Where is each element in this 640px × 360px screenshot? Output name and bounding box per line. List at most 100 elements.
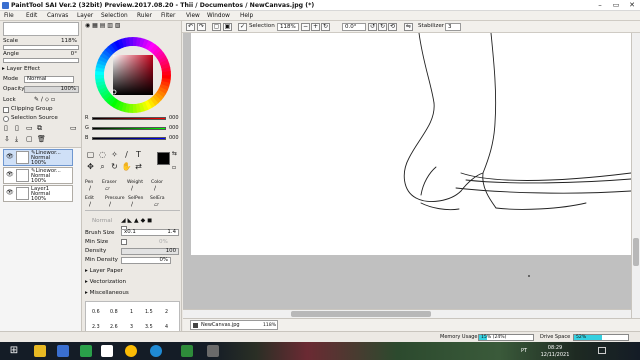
menu-window[interactable]: Window	[207, 12, 230, 20]
transparent-color-icon[interactable]: ▫	[172, 164, 176, 171]
min-density-slider[interactable]: 0%	[121, 257, 171, 264]
blend-mode-select[interactable]: Normal	[24, 76, 74, 83]
file-explorer-icon[interactable]	[34, 345, 46, 357]
delete-layer-icon[interactable]: 🗑	[37, 136, 46, 143]
brush-label-weight[interactable]: Weight	[127, 179, 143, 186]
selpen-icon[interactable]: ∕	[131, 201, 133, 208]
new-layer-icon[interactable]: ▯	[4, 125, 8, 132]
layer-effect-expander[interactable]: ▸ Layer Effect	[2, 66, 40, 73]
preset-item[interactable]: 3	[130, 324, 133, 331]
undo-button[interactable]: ↶	[186, 23, 195, 31]
clear-layer-icon[interactable]: ▢	[26, 136, 33, 143]
selection-visibility-toggle[interactable]: ✓	[238, 23, 247, 31]
lock-icons[interactable]: ✎ ∕ ⬦ ▫	[34, 96, 55, 103]
canvas-area[interactable]	[183, 33, 631, 318]
vectorization-expander[interactable]: ▸ Vectorization	[85, 279, 126, 286]
notification-icon[interactable]	[598, 347, 606, 354]
minimize-button[interactable]: –	[592, 0, 608, 11]
color-wheel[interactable]	[93, 35, 173, 115]
selection-source-radio[interactable]	[3, 116, 9, 122]
opacity-slider[interactable]: 100%	[24, 86, 79, 93]
eye-icon[interactable]: 👁	[6, 171, 14, 178]
edit-icon[interactable]: ∕	[89, 201, 91, 208]
invert-selection-button[interactable]: ▣	[223, 23, 232, 31]
edge-icon[interactable]	[150, 345, 162, 357]
new-linework-icon[interactable]: ▯	[15, 125, 19, 132]
stabilizer-combo[interactable]: 3	[445, 23, 461, 31]
text-tool-icon[interactable]: T	[133, 150, 144, 160]
hand-tool-icon[interactable]: ✋	[121, 162, 132, 172]
eyedropper-icon[interactable]: ∕	[121, 150, 132, 160]
eraser-icon[interactable]: ▱	[105, 185, 110, 192]
store-icon[interactable]	[80, 345, 92, 357]
spreadsheet-app-icon[interactable]	[181, 345, 193, 357]
rotate-reset-button[interactable]: ⟲	[388, 23, 397, 31]
vertical-scroll-thumb[interactable]	[633, 238, 639, 266]
canvas-tab[interactable]: NewCanvas.jpg 118%	[190, 320, 278, 330]
taskbar-date[interactable]: 12/11/2021	[536, 352, 574, 358]
menu-layer[interactable]: Layer	[77, 12, 93, 20]
weight-icon[interactable]: ∕	[131, 185, 133, 192]
layer-menu-icon[interactable]: ▭	[70, 125, 77, 132]
brush-shape-icons[interactable]: ◢ ◣ ▲ ◆ ◼	[121, 217, 152, 224]
zoom-tool-icon[interactable]: ⌕	[97, 162, 108, 172]
preset-item[interactable]: 2.3	[92, 324, 100, 331]
deselect-button[interactable]: ▢	[212, 23, 221, 31]
preset-item[interactable]: 2	[165, 309, 168, 316]
close-button[interactable]: ✕	[624, 0, 640, 11]
current-color-swatch[interactable]	[157, 152, 170, 165]
swap-icon[interactable]: ⇆	[172, 150, 177, 157]
rotation-combo[interactable]: 0.0°	[342, 23, 366, 31]
preset-item[interactable]: 4	[165, 324, 168, 331]
miscellaneous-expander[interactable]: ▸ Miscellaneous	[85, 290, 129, 297]
flip-button[interactable]: ⇋	[404, 23, 413, 31]
layer-item[interactable]: 👁 Layer1 Normal 100%	[3, 185, 73, 202]
menu-file[interactable]: File	[4, 12, 14, 20]
edge-legacy-icon[interactable]	[57, 345, 69, 357]
swap-colors-icon[interactable]: ⇄	[133, 162, 144, 172]
zoom-in-button[interactable]: +	[311, 23, 320, 31]
preset-item[interactable]: 0.8	[110, 309, 118, 316]
chrome-icon[interactable]	[125, 345, 137, 357]
menu-view[interactable]: View	[186, 12, 200, 20]
brush-label-pressure[interactable]: Pressure	[105, 195, 125, 202]
preset-item[interactable]: 1	[130, 309, 133, 316]
paint-app-icon[interactable]	[207, 345, 219, 357]
min-size-checkbox[interactable]	[121, 239, 127, 245]
brush-label-color[interactable]: Color	[151, 179, 163, 186]
maximize-button[interactable]: ▭	[608, 0, 624, 11]
rotate-right-button[interactable]: ↻	[378, 23, 387, 31]
zoom-out-button[interactable]: −	[301, 23, 310, 31]
layer-item[interactable]: 👁 ✎Linewor... Normal 100%	[3, 167, 73, 184]
blue-slider[interactable]	[92, 137, 166, 140]
transfer-down-icon[interactable]: ⤓	[15, 136, 18, 143]
clipping-group-checkbox[interactable]	[3, 107, 9, 113]
rect-select-icon[interactable]: ▢	[85, 150, 96, 160]
menu-selection[interactable]: Selection	[101, 12, 128, 20]
taskbar-time[interactable]: 08:29	[540, 345, 570, 351]
layer-copy-icon[interactable]: ⧉	[37, 125, 42, 132]
horizontal-scrollbar[interactable]	[183, 309, 631, 318]
red-slider[interactable]	[92, 117, 166, 120]
new-folder-icon[interactable]: ▭	[26, 125, 33, 132]
language-indicator[interactable]: PT	[521, 348, 527, 354]
rotate-tool-icon[interactable]: ↻	[109, 162, 120, 172]
color-mode-icons[interactable]: ◉ ▦ ▤ ▥ ▧	[85, 22, 121, 29]
merge-down-icon[interactable]: ⇩	[4, 136, 10, 143]
brush-size-field[interactable]: x0.1 1.4	[121, 229, 179, 236]
scale-slider[interactable]	[3, 45, 79, 50]
color-brush-icon[interactable]: ∕	[154, 185, 156, 192]
eye-icon[interactable]: 👁	[6, 153, 14, 160]
zoom-reset-button[interactable]: ↻	[321, 23, 330, 31]
zoom-combo[interactable]: 118%	[277, 23, 299, 31]
magic-wand-icon[interactable]: ✧	[109, 150, 120, 160]
menu-filter[interactable]: Filter	[161, 12, 175, 20]
layer-paper-expander[interactable]: ▸ Layer Paper	[85, 268, 123, 275]
navigator-preview[interactable]	[3, 22, 79, 36]
rotate-left-button[interactable]: ↺	[368, 23, 377, 31]
menu-edit[interactable]: Edit	[26, 12, 37, 20]
pressure-icon[interactable]: ∕	[109, 201, 111, 208]
preset-item[interactable]: 0.6	[92, 309, 100, 316]
preset-item[interactable]: 3.5	[145, 324, 153, 331]
menu-ruler[interactable]: Ruler	[137, 12, 152, 20]
